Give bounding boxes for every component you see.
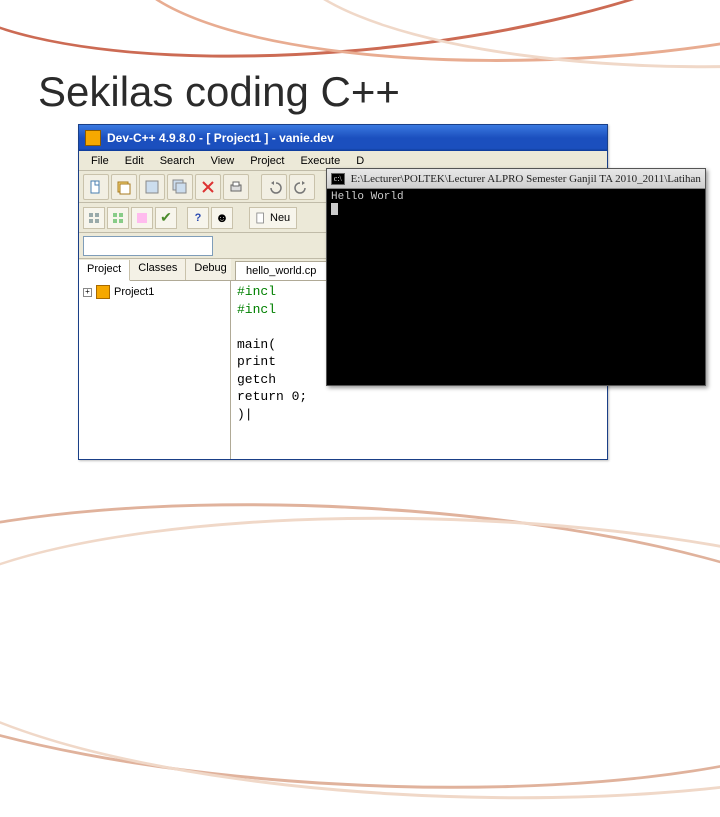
help-button[interactable]: ? — [187, 207, 209, 229]
cursor-icon — [331, 203, 338, 215]
menu-view[interactable]: View — [203, 153, 243, 169]
run-button[interactable] — [107, 207, 129, 229]
titlebar[interactable]: Dev-C++ 4.9.8.0 - [ Project1 ] - vanie.d… — [79, 125, 607, 151]
code-line: print — [237, 354, 276, 369]
undo-button[interactable] — [261, 174, 287, 200]
code-line: #incl — [237, 284, 276, 299]
compile-button[interactable] — [83, 207, 105, 229]
code-line: #incl — [237, 302, 276, 317]
menu-edit[interactable]: Edit — [117, 153, 152, 169]
decorative-swish — [0, 499, 720, 817]
save-button[interactable] — [139, 174, 165, 200]
menu-search[interactable]: Search — [152, 153, 203, 169]
console-line: Hello World — [331, 191, 404, 203]
document-icon — [256, 212, 266, 224]
console-output[interactable]: Hello World — [327, 189, 705, 385]
project-tree[interactable]: + Project1 — [79, 281, 230, 459]
expand-icon[interactable]: + — [83, 288, 92, 297]
side-panel: Project Classes Debug + Project1 — [79, 259, 231, 459]
console-window: c:\ E:\Lecturer\POLTEK\Lecturer ALPRO Se… — [326, 168, 706, 386]
code-line: return 0; — [237, 389, 307, 404]
console-title-text: E:\Lecturer\POLTEK\Lecturer ALPRO Semest… — [351, 173, 701, 185]
tab-project[interactable]: Project — [79, 260, 130, 281]
menu-file[interactable]: File — [83, 153, 117, 169]
new-dropdown-label: Neu — [270, 212, 290, 224]
code-line: main( — [237, 337, 276, 352]
code-line: getch — [237, 372, 276, 387]
menu-project[interactable]: Project — [242, 153, 292, 169]
editor-tab-active[interactable]: hello_world.cp — [235, 261, 327, 280]
slide-title: Sekilas coding C++ — [38, 68, 400, 116]
menu-truncated[interactable]: D — [348, 153, 372, 169]
save-all-button[interactable] — [167, 174, 193, 200]
tab-classes[interactable]: Classes — [130, 259, 186, 280]
project-icon — [96, 285, 110, 299]
compile-run-button[interactable] — [131, 207, 153, 229]
console-icon: c:\ — [331, 173, 345, 185]
new-dropdown-button[interactable]: Neu — [249, 207, 297, 229]
project-name: Project1 — [114, 286, 154, 298]
console-titlebar[interactable]: c:\ E:\Lecturer\POLTEK\Lecturer ALPRO Se… — [327, 169, 705, 189]
side-tabs: Project Classes Debug — [79, 259, 230, 281]
check-button[interactable]: ✔ — [155, 207, 177, 229]
menu-execute[interactable]: Execute — [292, 153, 348, 169]
tree-root-item[interactable]: + Project1 — [83, 285, 226, 299]
redo-button[interactable] — [289, 174, 315, 200]
about-button[interactable]: ☻ — [211, 207, 233, 229]
new-file-button[interactable] — [83, 174, 109, 200]
app-icon — [85, 130, 101, 146]
close-button[interactable] — [195, 174, 221, 200]
tab-debug[interactable]: Debug — [186, 259, 235, 280]
code-line: )| — [237, 407, 253, 422]
window-title: Dev-C++ 4.9.8.0 - [ Project1 ] - vanie.d… — [107, 131, 334, 145]
print-button[interactable] — [223, 174, 249, 200]
new-project-button[interactable] — [111, 174, 137, 200]
class-selector[interactable] — [83, 236, 213, 256]
